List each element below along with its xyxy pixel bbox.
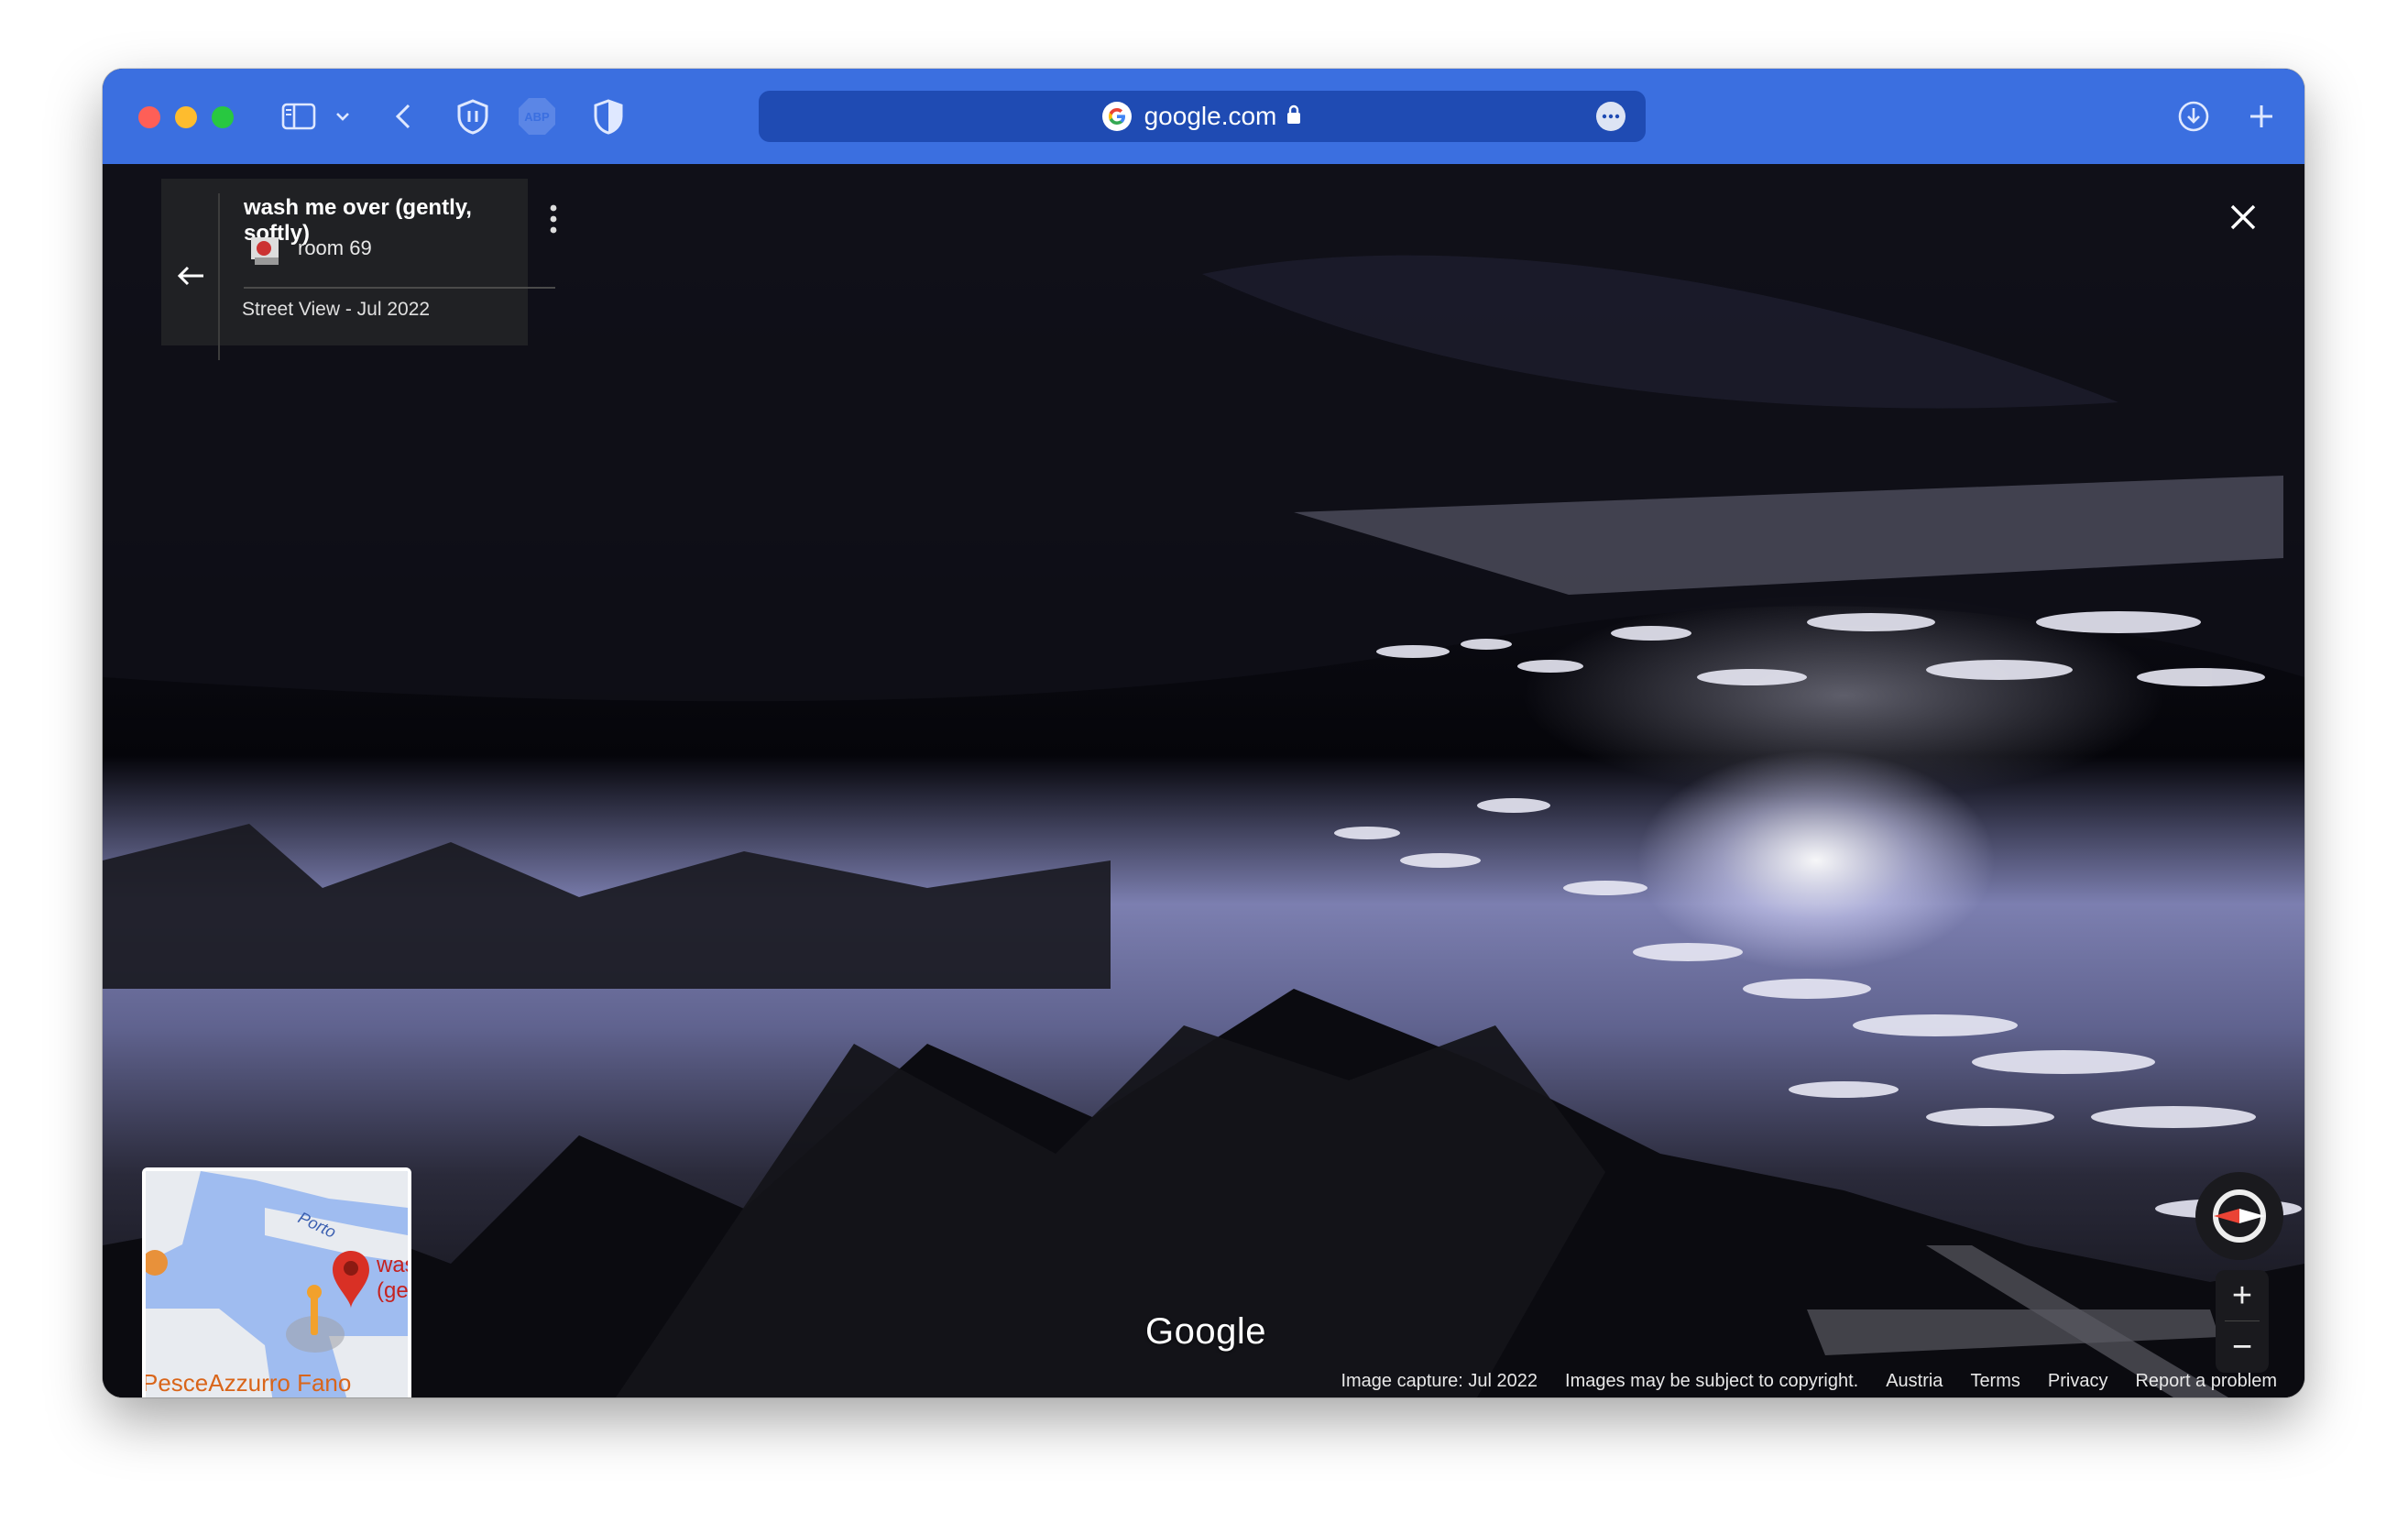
svg-text:PesceAzzurro Fano: PesceAzzurro Fano (146, 1369, 351, 1397)
google-logo: Google (1145, 1311, 1266, 1352)
country-link[interactable]: Austria (1886, 1371, 1943, 1392)
card-separator (218, 193, 220, 360)
download-icon[interactable] (2175, 96, 2212, 137)
more-options-icon[interactable] (548, 201, 559, 237)
author-name[interactable]: room 69 (298, 236, 372, 260)
back-arrow-icon[interactable] (174, 259, 207, 292)
attribution-footer: Image capture: Jul 2022 Images may be su… (1341, 1364, 2277, 1397)
privacy-link[interactable]: Privacy (2048, 1371, 2108, 1392)
browser-window: ABP google.com wash me over (gently, sof… (103, 69, 2304, 1397)
panorama-scene (103, 164, 2304, 1397)
image-capture-date: Image capture: Jul 2022 (1341, 1370, 1538, 1391)
svg-text:ABP: ABP (524, 110, 550, 124)
place-title: wash me over (gently, softly) (244, 195, 472, 246)
card-divider (244, 287, 555, 289)
terms-link[interactable]: Terms (1970, 1371, 2019, 1392)
zoom-controls: + − (2216, 1270, 2269, 1373)
svg-text:(ger: (ger (377, 1278, 408, 1303)
back-icon[interactable] (392, 96, 414, 137)
browser-toolbar: ABP google.com (103, 69, 2304, 164)
capture-date-label: Street View - Jul 2022 (242, 299, 431, 320)
privacy-shield-icon[interactable] (592, 96, 625, 137)
address-bar[interactable]: google.com (759, 91, 1646, 142)
close-icon[interactable] (2227, 201, 2260, 234)
sidebar-icon[interactable] (280, 96, 317, 137)
google-favicon-icon (1101, 102, 1132, 131)
author-avatar[interactable] (246, 230, 286, 270)
close-window-button[interactable] (138, 106, 160, 128)
minimize-window-button[interactable] (175, 106, 197, 128)
street-view-panorama[interactable]: wash me over (gently, softly) room 69 St… (103, 164, 2304, 1397)
new-tab-plus-icon[interactable] (2245, 96, 2278, 137)
shield-pause-icon[interactable] (454, 96, 491, 137)
compass-icon[interactable] (2195, 1172, 2283, 1260)
page-menu-icon[interactable] (1596, 102, 1625, 131)
maximize-window-button[interactable] (212, 106, 234, 128)
mini-map[interactable]: Porto was (ger PesceAzzurro Fano (142, 1167, 411, 1397)
street-view-info-card: wash me over (gently, softly) room 69 St… (161, 179, 557, 360)
svg-text:was: was (376, 1253, 408, 1277)
abp-icon[interactable]: ABP (517, 96, 557, 137)
copyright-notice: Images may be subject to copyright. (1565, 1370, 1859, 1391)
zoom-in-button[interactable]: + (2216, 1270, 2269, 1321)
chevron-down-icon[interactable] (334, 96, 352, 137)
report-problem-link[interactable]: Report a problem (2135, 1371, 2277, 1392)
lock-icon (1286, 104, 1302, 130)
url-text: google.com (1144, 102, 1277, 130)
